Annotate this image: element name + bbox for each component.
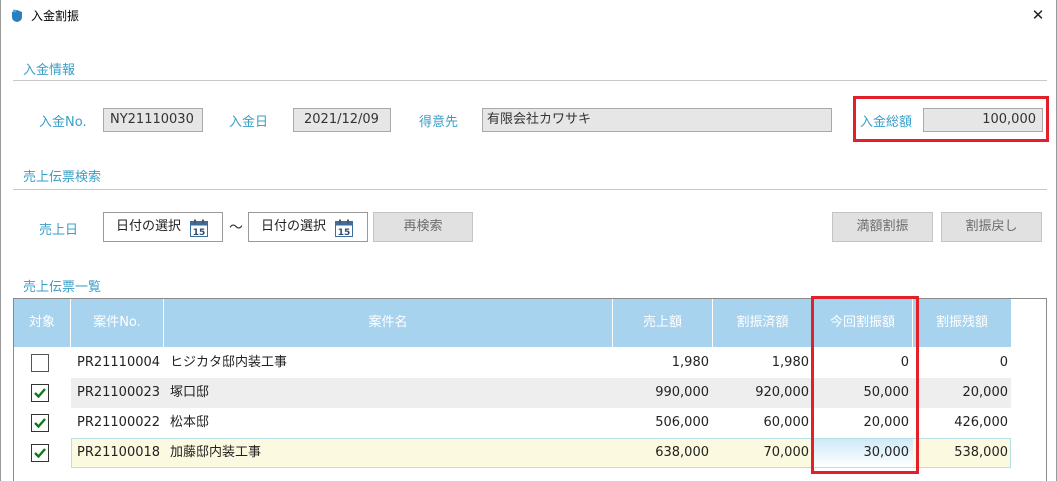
row-checkbox[interactable] [31, 384, 49, 402]
sales-date-label: 売上日 [39, 223, 79, 238]
undo-allocate-button[interactable]: 割振戻し [941, 212, 1042, 242]
sales-amount-cell: 506,000 [655, 415, 709, 430]
column-header-remaining-amount[interactable]: 割振残額 [913, 299, 1012, 347]
remaining-amount-cell: 538,000 [954, 445, 1008, 460]
project-name-cell: 松本邸 [170, 415, 210, 430]
customer-field[interactable]: 有限会社カワサキ [482, 108, 832, 132]
payment-no-label: 入金No. [39, 115, 87, 130]
full-allocate-button[interactable]: 満額割振 [832, 212, 933, 242]
svg-text:15: 15 [338, 228, 351, 237]
column-header-project-no[interactable]: 案件No. [71, 299, 164, 347]
section-divider [13, 189, 1047, 190]
checkmark-icon [34, 418, 46, 429]
checkmark-icon [34, 388, 46, 399]
app-icon [12, 9, 22, 22]
checkmark-icon [34, 448, 46, 459]
row-checkbox[interactable] [31, 444, 49, 462]
allocated-amount-cell: 70,000 [763, 445, 810, 460]
calendar-icon[interactable]: 15 [190, 219, 208, 237]
research-button[interactable]: 再検索 [373, 212, 473, 242]
column-header-sales-amount[interactable]: 売上額 [613, 299, 713, 347]
title-bar: 入金割振 ✕ [1, 0, 1056, 31]
project-no-cell: PR21110004 [77, 355, 161, 370]
project-no-cell: PR21100023 [77, 385, 161, 400]
project-name-cell: 加藤邸内装工事 [170, 445, 262, 460]
remaining-amount-cell: 20,000 [962, 385, 1009, 400]
sales-amount-cell: 638,000 [655, 445, 709, 460]
window-title: 入金割振 [31, 9, 80, 23]
row-checkbox[interactable] [31, 414, 49, 432]
payment-date-label: 入金日 [229, 115, 269, 130]
remaining-amount-cell: 426,000 [954, 415, 1008, 430]
svg-text:15: 15 [193, 228, 206, 237]
payment-info-section-title: 入金情報 [23, 63, 76, 78]
close-button[interactable]: ✕ [1026, 4, 1050, 26]
payment-allocation-window: 入金割振 ✕ 入金情報 入金No. NY21110030 入金日 2021/12… [0, 0, 1057, 481]
current-allocation-highlight-box [811, 296, 919, 474]
calendar-icon[interactable]: 15 [335, 219, 353, 237]
search-section-title: 売上伝票検索 [23, 170, 102, 185]
from-date-text: 日付の選択 [116, 219, 182, 234]
payment-total-label: 入金総額 [860, 115, 913, 130]
allocated-amount-cell: 1,980 [771, 355, 809, 370]
payment-date-field[interactable]: 2021/12/09 [293, 108, 391, 132]
payment-total-field[interactable]: 100,000 [923, 108, 1043, 132]
project-no-cell: PR21100018 [77, 445, 161, 460]
to-date-text: 日付の選択 [261, 219, 327, 234]
payment-no-field[interactable]: NY21110030 [103, 108, 203, 132]
sales-amount-cell: 990,000 [655, 385, 709, 400]
customer-label: 得意先 [419, 115, 459, 130]
list-section-title: 売上伝票一覧 [23, 280, 102, 295]
project-name-cell: ヒジカタ邸内装工事 [170, 355, 288, 370]
project-no-cell: PR21100022 [77, 415, 161, 430]
sales-amount-cell: 1,980 [671, 355, 709, 370]
allocated-amount-cell: 920,000 [755, 385, 809, 400]
date-range-separator: ～ [229, 220, 243, 236]
column-header-allocated-amount[interactable]: 割振済額 [713, 299, 813, 347]
allocated-amount-cell: 60,000 [763, 415, 810, 430]
section-divider [13, 80, 1047, 81]
project-name-cell: 塚口邸 [170, 385, 210, 400]
column-header-target[interactable]: 対象 [14, 299, 71, 347]
row-checkbox[interactable] [31, 354, 49, 372]
column-header-project-name[interactable]: 案件名 [164, 299, 613, 347]
remaining-amount-cell: 0 [999, 355, 1008, 370]
